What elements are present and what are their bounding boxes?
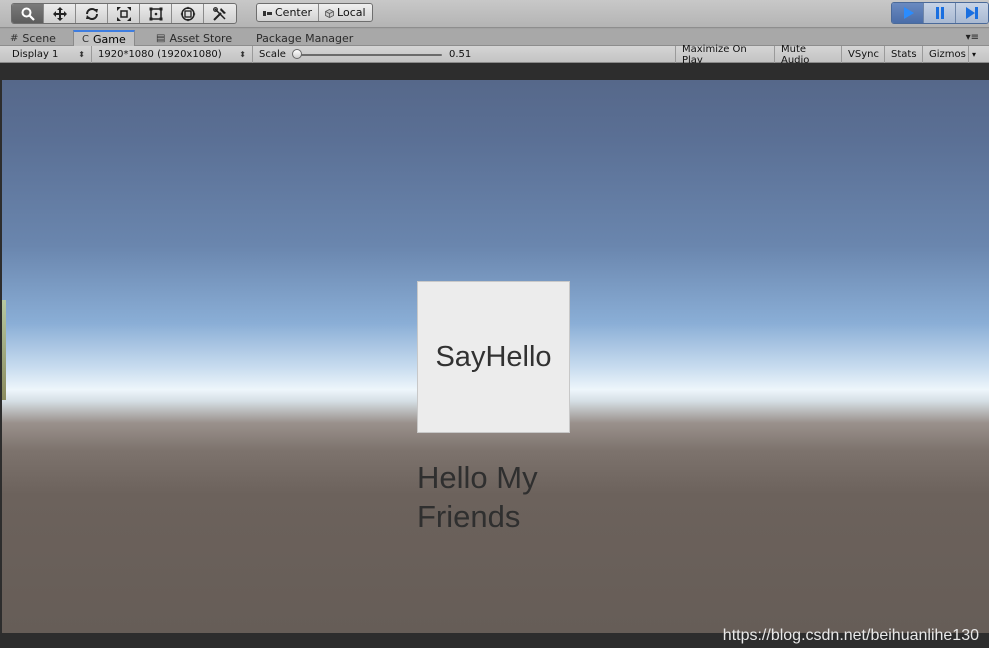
gizmos-dropdown[interactable]: ▾: [969, 46, 983, 63]
hello-text: Hello My Friends: [417, 458, 617, 536]
dropdown-arrow-icon: ▾: [972, 50, 977, 59]
center-pivot-icon: [263, 8, 272, 17]
move-tool-button[interactable]: [44, 4, 76, 23]
display-dropdown-label: Display 1: [12, 49, 59, 60]
stats-toggle[interactable]: Stats: [885, 46, 923, 63]
dropdown-arrow-icon: ⬍: [239, 50, 246, 59]
dropdown-arrow-icon: ⬍: [78, 50, 85, 59]
vsync-label: VSync: [848, 49, 879, 60]
vsync-toggle[interactable]: VSync: [842, 46, 885, 63]
step-button[interactable]: [956, 3, 988, 23]
rotate-icon: [85, 7, 98, 20]
tab-game-label: Game: [92, 32, 126, 46]
hello-text-line-1: Hello My: [417, 460, 538, 495]
pivot-center-button[interactable]: Center: [257, 4, 320, 21]
say-hello-label: SayHello: [435, 340, 552, 373]
game-viewport[interactable]: SayHello Hello My Friends: [2, 80, 989, 633]
play-icon: [903, 7, 914, 19]
scale-slider-handle[interactable]: [292, 49, 302, 59]
gizmos-label: Gizmos: [929, 49, 966, 60]
cube-icon: [325, 8, 334, 18]
move-arrows-icon: [52, 6, 67, 21]
tab-scene-label: Scene: [22, 31, 56, 45]
game-view-frame: SayHello Hello My Friends https://blog.c…: [0, 63, 989, 648]
tab-game[interactable]: C Game: [73, 30, 135, 46]
pivot-local-button[interactable]: Local: [319, 4, 372, 21]
tab-package-manager[interactable]: Package Manager: [248, 30, 361, 46]
scale-label: Scale: [259, 49, 286, 60]
game-view-bar: Display 1 ⬍ 1920*1080 (1920x1080) ⬍ Scal…: [0, 44, 989, 66]
tab-asset-store[interactable]: ▤ Asset Store: [148, 30, 240, 46]
tab-menu-icon[interactable]: ▾≡: [966, 32, 979, 43]
display-dropdown[interactable]: Display 1 ⬍: [6, 46, 92, 63]
pause-icon: [935, 7, 944, 19]
pivot-local-label: Local: [337, 6, 366, 19]
search-icon: [21, 7, 35, 21]
rotate-tool-button[interactable]: [76, 4, 108, 23]
maximize-on-play-toggle[interactable]: Maximize On Play: [675, 44, 775, 66]
tab-package-manager-label: Package Manager: [256, 31, 354, 45]
scale-tool-button[interactable]: [108, 4, 140, 23]
store-bag-icon: ▤: [156, 32, 166, 44]
scenery-edge: [2, 300, 6, 400]
hello-text-line-2: Friends: [417, 499, 521, 534]
resolution-dropdown-label: 1920*1080 (1920x1080): [98, 49, 222, 60]
scale-icon: [116, 6, 131, 21]
wrench-icon: [213, 6, 226, 21]
transform-tools: [11, 3, 237, 24]
tab-asset-store-label: Asset Store: [169, 31, 233, 45]
main-toolbar: Center Local: [0, 0, 989, 28]
custom-tool-button[interactable]: [204, 4, 236, 23]
stats-label: Stats: [891, 49, 917, 60]
transform-tool-button[interactable]: [172, 4, 204, 23]
tab-scene[interactable]: # Scene: [2, 30, 64, 46]
pivot-center-label: Center: [275, 6, 313, 19]
step-forward-icon: [966, 7, 978, 19]
scale-slider-track[interactable]: [294, 54, 442, 56]
gizmos-toggle[interactable]: Gizmos: [923, 46, 969, 63]
grid-icon: #: [10, 32, 19, 44]
watermark-url: https://blog.csdn.net/beihuanlihe130: [722, 627, 979, 644]
mute-audio-toggle[interactable]: Mute Audio: [775, 44, 842, 66]
scale-value: 0.51: [449, 49, 472, 60]
pacman-icon: C: [82, 33, 89, 45]
playback-controls: [891, 2, 989, 24]
resolution-dropdown[interactable]: 1920*1080 (1920x1080) ⬍: [92, 46, 253, 63]
editor-tab-strip: # Scene C Game ▤ Asset Store Package Man…: [0, 29, 989, 46]
transform-icon: [180, 6, 195, 21]
pause-button[interactable]: [924, 3, 956, 23]
pivot-toggles: Center Local: [256, 3, 373, 22]
hand-tool-button[interactable]: [12, 4, 44, 23]
rect-transform-icon: [149, 7, 162, 20]
play-button[interactable]: [892, 3, 924, 23]
say-hello-button[interactable]: SayHello: [417, 281, 570, 433]
rect-tool-button[interactable]: [140, 4, 172, 23]
